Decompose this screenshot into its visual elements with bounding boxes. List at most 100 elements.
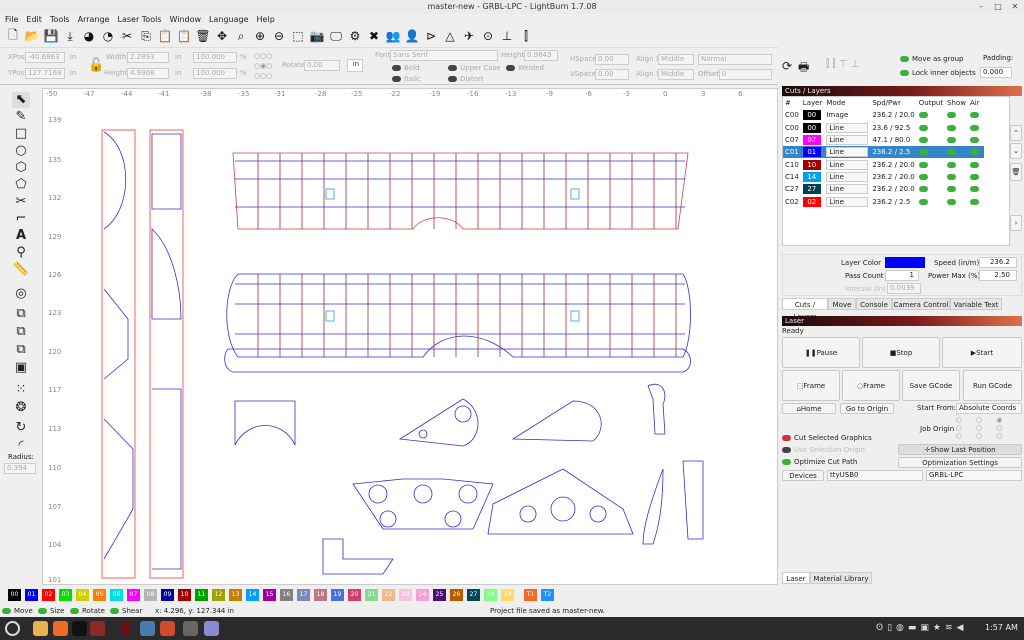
start-from-select[interactable]: Absolute Coords bbox=[956, 403, 1022, 414]
circular-array-icon[interactable]: ❂ bbox=[12, 400, 30, 416]
minimize-button[interactable]: – bbox=[976, 2, 986, 12]
close-button[interactable]: ✕ bbox=[1010, 2, 1020, 12]
distort-toggle[interactable]: Distort bbox=[448, 74, 484, 85]
text-mode-select[interactable]: Normal bbox=[698, 54, 772, 65]
palette-color-24[interactable]: 24 bbox=[416, 589, 429, 601]
mirror-v-icon[interactable]: △ bbox=[443, 29, 457, 43]
air-toggle[interactable] bbox=[969, 124, 979, 131]
show-toggle[interactable] bbox=[947, 137, 957, 144]
cut-selected-toggle[interactable]: Cut Selected Graphics bbox=[782, 434, 872, 442]
vspace-field[interactable]: 0.00 bbox=[595, 69, 629, 80]
output-toggle[interactable] bbox=[918, 173, 928, 180]
move-layer-down-button[interactable]: ⌄ bbox=[1010, 143, 1022, 159]
padding-field[interactable]: 0.000 bbox=[980, 67, 1012, 78]
palette-color-12[interactable]: 12 bbox=[212, 589, 225, 601]
upper-case-toggle[interactable]: Upper Case bbox=[448, 63, 501, 74]
output-toggle[interactable] bbox=[918, 161, 928, 168]
welded-toggle[interactable]: Welded bbox=[506, 63, 544, 74]
copy-icon[interactable]: ⎘ bbox=[139, 29, 153, 43]
italic-toggle[interactable]: Italic bbox=[392, 74, 421, 85]
layer-mode-select[interactable]: Line bbox=[826, 122, 869, 133]
rotate-view-icon[interactable]: ⟳ bbox=[782, 59, 792, 73]
air-toggle[interactable] bbox=[969, 137, 979, 144]
rotate-corner-icon[interactable]: ↻ bbox=[12, 420, 30, 436]
palette-color-29[interactable]: 29 bbox=[501, 589, 514, 601]
monitor-icon[interactable]: 🖵 bbox=[329, 29, 343, 43]
wrench-icon[interactable]: ✖ bbox=[367, 29, 381, 43]
layer-mode-select[interactable]: Line bbox=[826, 184, 869, 195]
corner-radius-icon[interactable]: ◜ bbox=[12, 438, 30, 454]
tab-console[interactable]: Console bbox=[856, 298, 892, 310]
terminal-icon[interactable] bbox=[72, 621, 87, 636]
xpos-field[interactable]: -40.6863 bbox=[25, 52, 65, 63]
pause-button[interactable]: ❚❚ Pause bbox=[782, 337, 860, 368]
optimize-cut-toggle[interactable]: Optimize Cut Path bbox=[782, 458, 857, 466]
move-toggle[interactable]: Move bbox=[2, 605, 33, 617]
start-menu-icon[interactable] bbox=[5, 621, 20, 636]
lightburn-icon[interactable] bbox=[90, 621, 105, 636]
menu-arrange[interactable]: Arrange bbox=[78, 14, 110, 26]
group-icon[interactable]: 👥 bbox=[386, 29, 401, 43]
palette-color-14[interactable]: 14 bbox=[246, 589, 259, 601]
show-toggle[interactable] bbox=[947, 149, 957, 156]
tray-icons[interactable]: ʘ▯◍▬▣★≋◀ bbox=[876, 623, 967, 633]
tab-material-library[interactable]: Material Library bbox=[810, 572, 872, 584]
palette-color-04[interactable]: 04 bbox=[76, 589, 89, 601]
output-toggle[interactable] bbox=[918, 112, 928, 119]
font-height-field[interactable]: 0.9843 bbox=[524, 50, 558, 61]
layer-row[interactable]: C02 02 Line 236.2 / 2.5 bbox=[783, 195, 984, 207]
firefox-icon[interactable] bbox=[53, 621, 68, 636]
hspace-field[interactable]: 0.00 bbox=[595, 54, 629, 65]
palette-color-16[interactable]: 16 bbox=[280, 589, 293, 601]
mirror-h-icon[interactable]: ⊳ bbox=[424, 29, 438, 43]
palette-color-26[interactable]: 26 bbox=[450, 589, 463, 601]
output-toggle[interactable] bbox=[918, 149, 928, 156]
redo-icon[interactable]: ◔ bbox=[101, 29, 115, 43]
home-button[interactable]: ⌂ Home bbox=[782, 403, 836, 414]
radius-field[interactable]: 0.394 bbox=[4, 463, 36, 474]
devices-button[interactable]: Devices bbox=[782, 470, 824, 481]
zoom-fit-icon[interactable]: ⌕ bbox=[234, 29, 248, 43]
palette-color-28[interactable]: 28 bbox=[484, 589, 497, 601]
palette-color-07[interactable]: 07 bbox=[127, 589, 140, 601]
speed-field[interactable]: 236.2 bbox=[979, 257, 1017, 268]
air-toggle[interactable] bbox=[969, 161, 979, 168]
open-folder-icon[interactable]: 📂 bbox=[25, 29, 40, 43]
optimization-settings-button[interactable]: Optimization Settings bbox=[898, 457, 1022, 468]
pass-count-field[interactable]: 1 bbox=[885, 270, 919, 281]
distribute-icon[interactable]: ⫿ bbox=[519, 29, 533, 43]
show-toggle[interactable] bbox=[947, 186, 957, 193]
air-toggle[interactable] bbox=[969, 173, 979, 180]
palette-color-03[interactable]: 03 bbox=[59, 589, 72, 601]
menu-language[interactable]: Language bbox=[209, 14, 248, 26]
tab-laser[interactable]: Laser bbox=[782, 572, 810, 584]
layer-swatch[interactable]: 27 bbox=[802, 184, 821, 195]
wine-icon[interactable] bbox=[122, 621, 130, 636]
edit-nodes-tool-icon[interactable]: ⌐ bbox=[12, 211, 30, 227]
air-toggle[interactable] bbox=[969, 112, 979, 119]
position-tool-icon[interactable]: ⚲ bbox=[12, 245, 30, 261]
font-select[interactable]: Sans Serif bbox=[390, 50, 498, 61]
zoom-out-icon[interactable]: ⊖ bbox=[272, 29, 286, 43]
power-max-field[interactable]: 2.50 bbox=[979, 270, 1017, 281]
align-y-select[interactable]: Middle bbox=[658, 69, 694, 80]
tab-cuts-layers[interactable]: Cuts / Layers bbox=[782, 298, 828, 321]
delete-layer-button[interactable]: 🗑 bbox=[1010, 163, 1022, 181]
notes-icon[interactable] bbox=[204, 621, 219, 636]
stop-button[interactable]: ■ Stop bbox=[862, 337, 940, 368]
camera-icon[interactable]: 📷 bbox=[310, 29, 325, 43]
move-icon[interactable]: ✥ bbox=[215, 29, 229, 43]
palette-color-T2[interactable]: T2 bbox=[541, 589, 554, 601]
move-layer-up-button[interactable]: ⌃ bbox=[1010, 125, 1022, 141]
frame-rect-button[interactable]: ⬚ Frame bbox=[782, 370, 840, 401]
scale-height-field[interactable]: 100.000 bbox=[193, 68, 237, 79]
rotate-toggle[interactable]: Rotate bbox=[70, 605, 105, 617]
send-icon[interactable]: ✈ bbox=[462, 29, 476, 43]
import-icon[interactable]: ⤓ bbox=[63, 29, 77, 43]
align-x-select[interactable]: Middle bbox=[658, 54, 694, 65]
layer-mode-select[interactable]: Line bbox=[826, 196, 869, 207]
output-toggle[interactable] bbox=[918, 198, 928, 205]
show-last-position-button[interactable]: ✛ Show Last Position bbox=[898, 444, 1022, 455]
palette-color-21[interactable]: 21 bbox=[365, 589, 378, 601]
calculator-icon[interactable] bbox=[183, 621, 198, 636]
